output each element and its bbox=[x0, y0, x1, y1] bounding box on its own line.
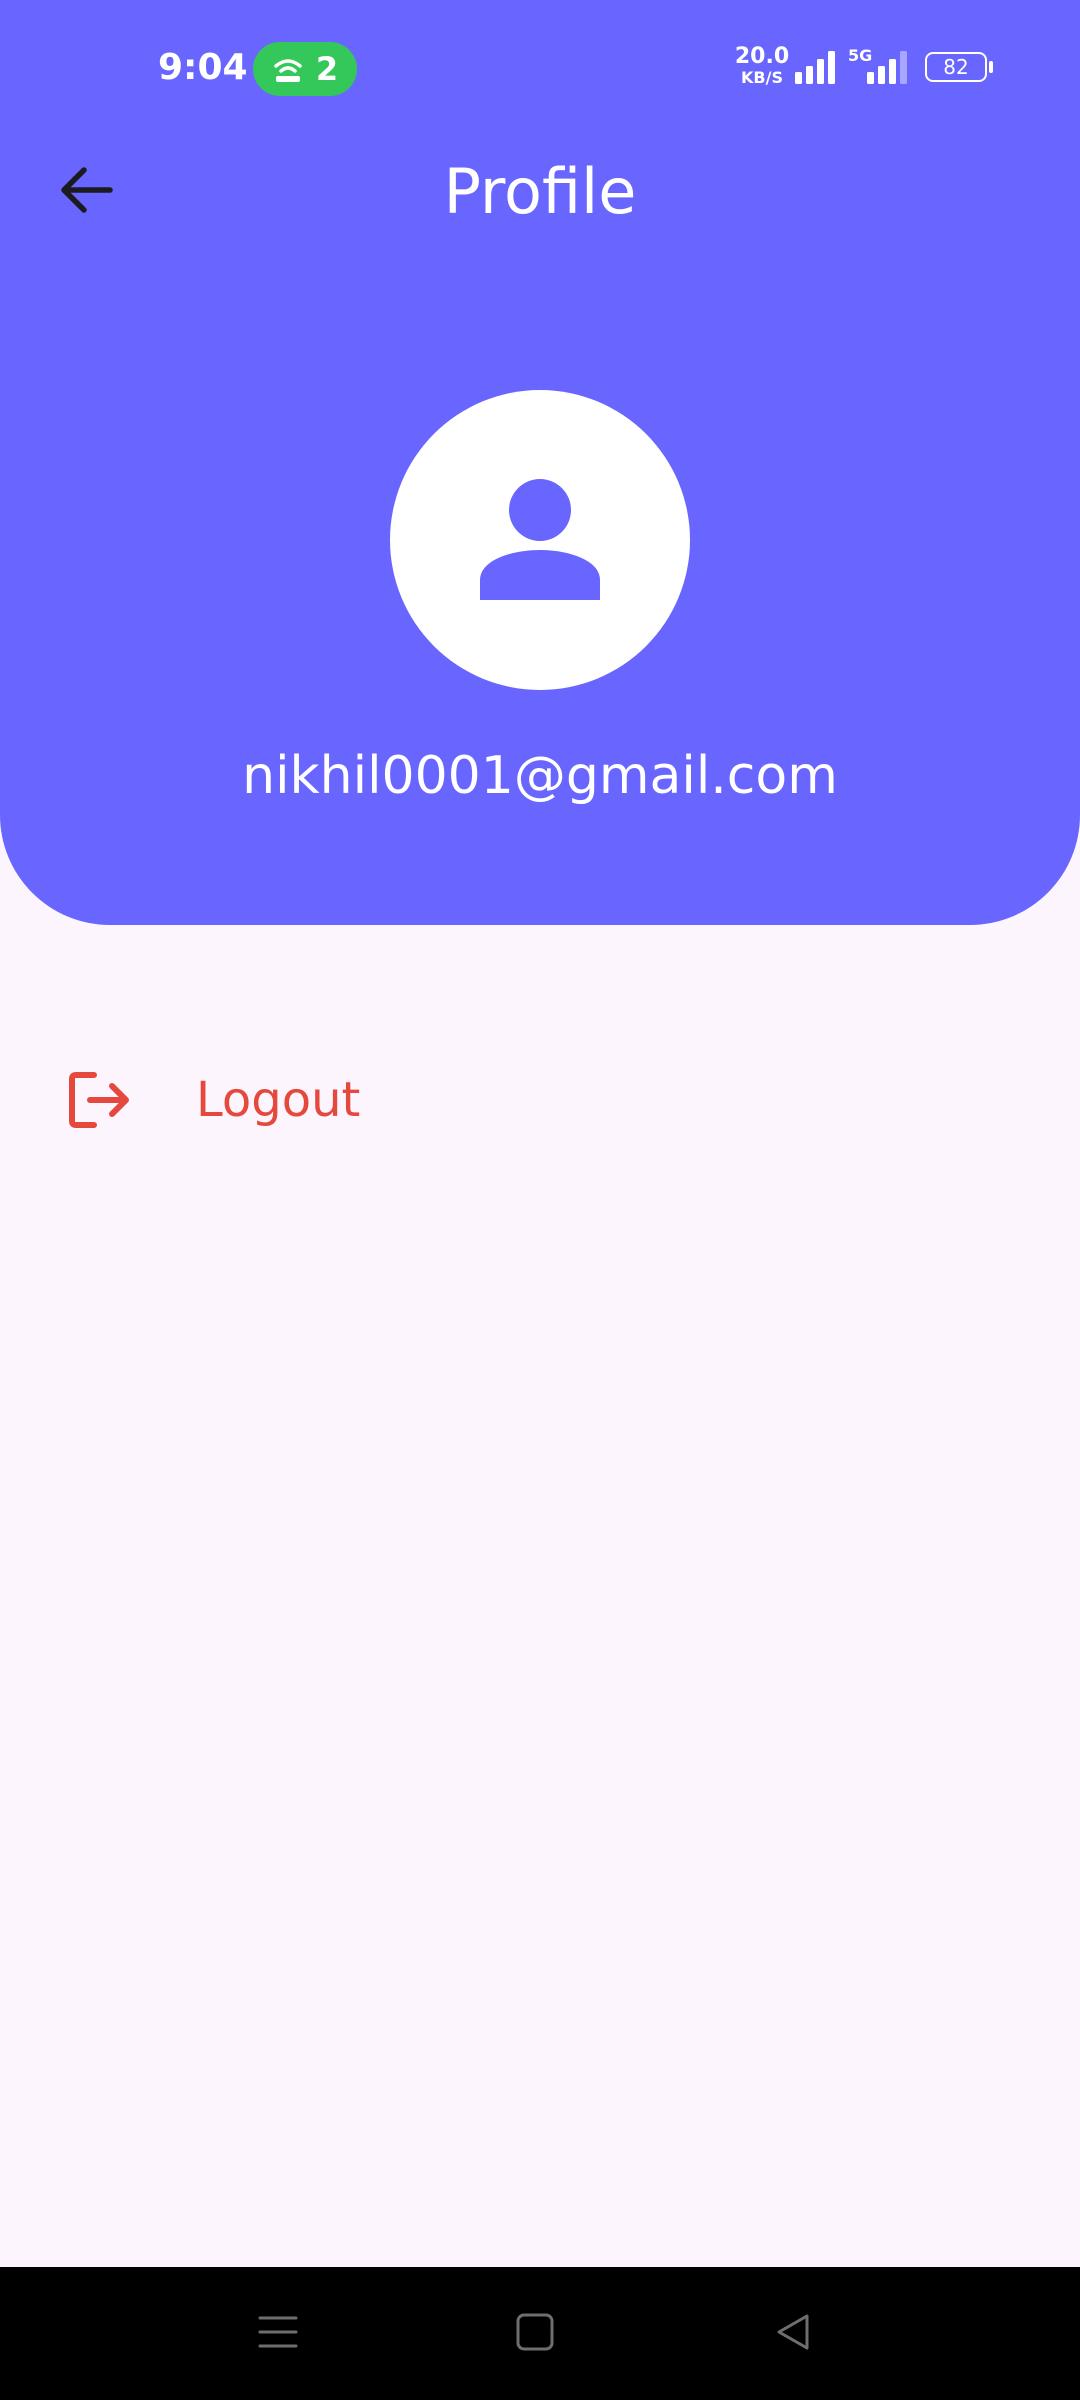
system-navigation-bar bbox=[0, 2267, 1080, 2400]
battery-level: 82 bbox=[943, 55, 969, 79]
profile-email: nikhil0001@gmail.com bbox=[242, 746, 838, 806]
network-speed-value: 20.0 bbox=[734, 44, 790, 69]
recent-apps-button[interactable] bbox=[243, 2297, 313, 2367]
person-icon bbox=[480, 479, 600, 600]
network-speed-unit: KB/S bbox=[741, 68, 783, 87]
home-icon bbox=[516, 2313, 554, 2351]
page-title: Profile bbox=[443, 155, 637, 228]
home-button[interactable] bbox=[500, 2297, 570, 2367]
back-triangle-icon bbox=[777, 2314, 809, 2350]
signal-5g-icon bbox=[862, 50, 907, 84]
hotspot-count: 2 bbox=[315, 50, 339, 88]
logout-button[interactable]: Logout bbox=[60, 1050, 560, 1150]
hotspot-indicator[interactable]: 2 bbox=[253, 42, 357, 96]
logout-icon bbox=[60, 1060, 140, 1140]
battery-tip bbox=[989, 61, 993, 73]
hotspot-icon bbox=[274, 59, 302, 82]
battery-icon: 82 bbox=[925, 52, 987, 82]
signal-icon bbox=[795, 51, 835, 84]
network-speed: 20.0 KB/S bbox=[730, 46, 794, 86]
status-bar: 9:04 2 20.0 KB/S 5G 82 bbox=[0, 0, 1080, 140]
menu-icon bbox=[258, 2316, 298, 2348]
system-back-button[interactable] bbox=[758, 2297, 828, 2367]
avatar bbox=[390, 390, 690, 690]
status-time: 9:04 bbox=[158, 47, 248, 88]
logout-label: Logout bbox=[196, 1072, 361, 1128]
